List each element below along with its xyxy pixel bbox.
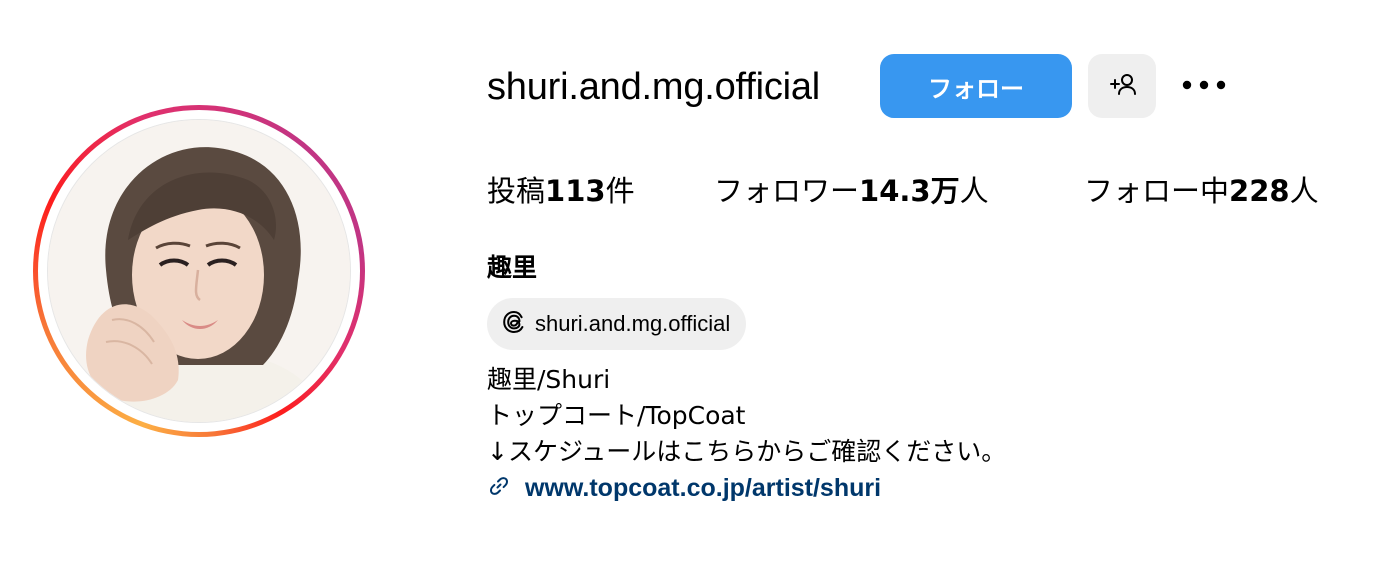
following-link[interactable]: フォロー中228人 bbox=[1084, 171, 1319, 211]
bio: 趣里/Shuri トップコート/TopCoat ↓スケジュールはこちらからご確認… bbox=[487, 362, 1006, 470]
posts-prefix: 投稿 bbox=[487, 174, 546, 208]
avatar-image bbox=[48, 120, 350, 422]
threads-badge[interactable]: shuri.and.mg.official bbox=[487, 298, 747, 350]
follow-button[interactable]: フォロー bbox=[880, 54, 1072, 118]
followers-prefix: フォロワー bbox=[714, 174, 860, 208]
link-icon bbox=[487, 474, 511, 503]
threads-icon bbox=[501, 309, 527, 340]
profile-header: shuri.and.mg.official フォロー 投稿113件 フォロワー1… bbox=[0, 0, 1394, 580]
posts-number: 113 bbox=[545, 174, 606, 208]
more-options-icon bbox=[1182, 77, 1226, 95]
external-link[interactable]: www.topcoat.co.jp/artist/shuri bbox=[487, 470, 881, 506]
posts-count: 投稿113件 bbox=[487, 171, 635, 211]
avatar[interactable] bbox=[47, 119, 351, 423]
followers-link[interactable]: フォロワー14.3万人 bbox=[714, 171, 989, 211]
username: shuri.and.mg.official bbox=[487, 66, 821, 108]
suggested-accounts-button[interactable] bbox=[1088, 54, 1156, 118]
bio-line: ↓スケジュールはこちらからご確認ください。 bbox=[487, 437, 1007, 466]
bio-line: 趣里/Shuri bbox=[487, 365, 611, 394]
bio-line: トップコート/TopCoat bbox=[487, 401, 746, 430]
followers-suffix: 人 bbox=[959, 174, 989, 208]
posts-suffix: 件 bbox=[605, 174, 635, 208]
following-prefix: フォロー中 bbox=[1084, 174, 1230, 208]
display-name: 趣里 bbox=[487, 253, 538, 282]
story-ring[interactable] bbox=[33, 105, 365, 437]
following-suffix: 人 bbox=[1289, 174, 1319, 208]
add-person-icon bbox=[1108, 72, 1136, 101]
more-options-button[interactable] bbox=[1176, 66, 1232, 106]
threads-handle: shuri.and.mg.official bbox=[535, 311, 731, 336]
link-url[interactable]: www.topcoat.co.jp/artist/shuri bbox=[525, 470, 881, 506]
followers-number: 14.3万 bbox=[859, 174, 960, 208]
following-number: 228 bbox=[1229, 174, 1290, 208]
